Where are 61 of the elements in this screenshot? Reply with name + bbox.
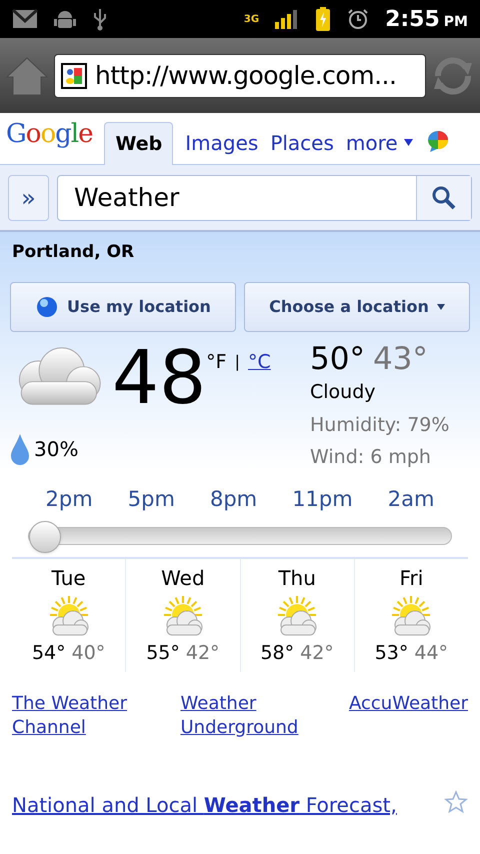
precipitation: 30% — [34, 436, 78, 462]
search-field[interactable]: Weather — [57, 174, 472, 220]
forecast-high: 54° — [32, 641, 66, 666]
source-link[interactable]: Weather Underground — [180, 692, 310, 740]
high-temperature: 50° — [310, 340, 365, 378]
google-logo[interactable]: Google — [6, 115, 92, 154]
hour-label[interactable]: 8pm — [210, 484, 258, 516]
hour-label[interactable]: 2pm — [46, 484, 93, 516]
forecast-high: 58° — [260, 641, 294, 666]
search-icon — [431, 184, 457, 210]
url-text: http://www.google.com... — [95, 60, 396, 92]
search-tab[interactable]: Places — [270, 121, 334, 164]
result-title-link[interactable]: National and Local Weather Forecast, — [12, 790, 397, 820]
network-type: 3G — [244, 12, 260, 26]
location-dot-icon — [35, 294, 60, 318]
url-field[interactable]: http://www.google.com... — [54, 54, 426, 98]
location-name: Portland, OR — [11, 241, 136, 264]
wind: Wind: 6 mph — [310, 445, 432, 470]
google-favicon — [61, 62, 87, 88]
hour-label[interactable]: 11pm — [292, 484, 353, 516]
search-button[interactable] — [416, 176, 471, 220]
forecast-high: 55° — [146, 641, 180, 666]
source-link[interactable]: AccuWeather — [349, 692, 468, 740]
humidity: Humidity: 79% — [310, 412, 450, 438]
forecast-day: Thu — [278, 563, 316, 594]
hour-label[interactable]: 5pm — [128, 484, 175, 516]
forecast-low: 44° — [414, 641, 448, 666]
slider-thumb[interactable] — [29, 521, 61, 554]
mail-icon — [12, 9, 38, 29]
usb-icon — [92, 7, 108, 31]
raindrop-icon — [10, 432, 30, 464]
android-icon — [54, 9, 76, 29]
location-button[interactable]: Use my location — [10, 282, 236, 332]
celsius-link[interactable]: °C — [248, 348, 271, 376]
hour-label[interactable]: 2am — [388, 484, 434, 516]
location-button[interactable]: Choose a location — [244, 282, 470, 332]
forecast-day: Fri — [399, 563, 424, 594]
star-icon[interactable] — [444, 790, 468, 814]
forecast-high: 53° — [374, 641, 408, 666]
temperature: 48 — [112, 340, 206, 414]
caret-icon — [404, 139, 413, 146]
fahrenheit-unit: °F — [206, 350, 227, 374]
search-tab[interactable]: more — [346, 121, 413, 164]
search-tab[interactable]: Web — [104, 122, 174, 165]
alarm-clock-icon — [347, 8, 370, 30]
battery-icon — [315, 7, 332, 31]
forecast-low: 40° — [72, 641, 106, 666]
search-tab[interactable]: Images — [185, 121, 258, 164]
clock: 2:55 PM — [385, 6, 468, 34]
forecast-day: Tue — [52, 563, 86, 594]
signal-icon — [275, 9, 300, 29]
caret-icon — [436, 304, 445, 310]
unit-separator: | — [234, 350, 240, 373]
search-text: Weather — [73, 182, 180, 214]
low-temperature: 43° — [372, 340, 428, 378]
forecast-low: 42° — [300, 641, 334, 666]
source-link[interactable]: The Weather Channel — [12, 692, 142, 740]
forecast-day: Wed — [161, 563, 205, 594]
forecast-low: 42° — [186, 641, 220, 666]
expand-button[interactable]: » — [8, 174, 49, 220]
condition: Cloudy — [310, 380, 377, 406]
